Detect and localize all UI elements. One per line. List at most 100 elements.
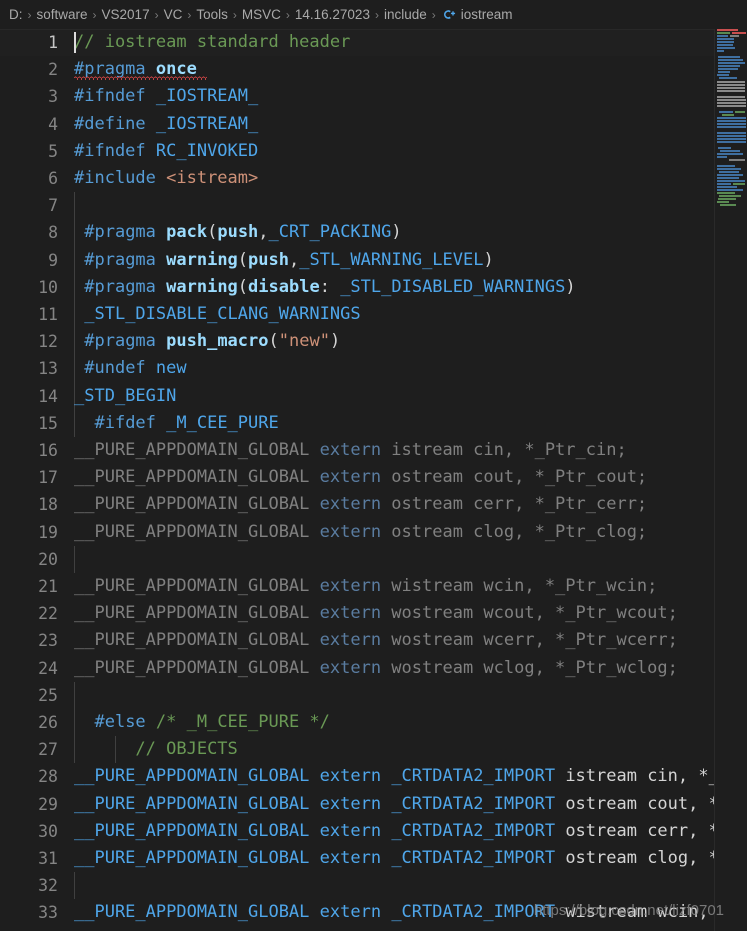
code-line[interactable]: 30 __PURE_APPDOMAIN_GLOBAL extern _CRTDAT… [0,818,714,845]
line-number: 32 [38,876,58,896]
breadcrumb-item-vs2017[interactable]: VS2017 [102,7,150,22]
code-line[interactable]: 8 #pragma pack(push,_CRT_PACKING) [0,219,714,247]
code-line[interactable]: 29 __PURE_APPDOMAIN_GLOBAL extern _CRTDAT… [0,791,714,818]
line-number: 31 [38,849,58,868]
code-token: _CRTDATA2_IMPORT [391,848,556,868]
code-line-text: __PURE_APPDOMAIN_GLOBAL extern ostream c… [74,464,647,491]
code-line[interactable]: 21 __PURE_APPDOMAIN_GLOBAL extern wistrea… [0,573,714,600]
code-line-text: #pragma warning(disable: _STL_DISABLED_W… [74,274,576,301]
breadcrumb-separator-icon: › [285,7,290,22]
breadcrumb[interactable]: D: › software › VS2017 › VC › Tools › MSVC › 14.16.2… [0,0,747,29]
code-line[interactable]: 4 #define _IOSTREAM_ [0,111,714,138]
minimap-row [717,138,746,140]
breadcrumb-item-software[interactable]: software [37,7,88,22]
code-line[interactable]: 11 _STL_DISABLE_CLANG_WARNINGS [0,301,714,329]
code-line[interactable]: 23 __PURE_APPDOMAIN_GLOBAL extern wostrea… [0,627,714,654]
code-line[interactable]: 7 [0,192,714,220]
code-line[interactable]: 27 // OBJECTS [0,736,714,764]
indent-guide [74,681,75,709]
code-line[interactable]: 28 __PURE_APPDOMAIN_GLOBAL extern _CRTDAT… [0,763,714,790]
breadcrumb-item-file[interactable]: iostream [441,7,513,22]
code-line[interactable]: 34 __PURE_APPDOMAIN_GLOBAL extern _CRTDAT… [0,927,714,931]
minimap-row [718,65,740,67]
breadcrumb-item-14-16-27023[interactable]: 14.16.27023 [295,7,370,22]
breadcrumb-item-vc[interactable]: VC [164,7,183,22]
minimap-row [717,81,745,83]
line-number: 8 [48,223,58,243]
code-line[interactable]: 18 __PURE_APPDOMAIN_GLOBAL extern ostream… [0,491,714,518]
breadcrumb-item-d[interactable]: D: [9,7,23,22]
code-token: ostream cerr, *_Ptr_cerr; [565,820,714,841]
code-editor[interactable]: 1 // iostream standard header 2 #pragma onc… [0,29,747,931]
code-line[interactable]: 31 __PURE_APPDOMAIN_GLOBAL extern _CRTDAT… [0,845,714,872]
code-line[interactable]: 26 #else /* _M_CEE_PURE */ [0,709,714,737]
code-line[interactable]: 6 #include <istream> [0,165,714,192]
code-token: push_macro [166,331,269,352]
code-line[interactable]: 19 __PURE_APPDOMAIN_GLOBAL extern ostream… [0,519,714,546]
code-line-text: #pragma pack(push,_CRT_PACKING) [74,219,402,246]
code-line[interactable]: 9 #pragma warning(push,_STL_WARNING_LEVE… [0,246,714,274]
code-line[interactable]: 25 [0,681,714,709]
code-token: wostream wclog, *_Ptr_wclog; [381,657,678,678]
code-line[interactable]: 1 // iostream standard header [0,29,714,57]
code-line[interactable]: 5 #ifndef RC_INVOKED [0,138,714,165]
code-line[interactable]: 3 #ifndef _IOSTREAM_ [0,83,714,110]
code-token: // OBJECTS [135,739,238,760]
indent-guide [74,545,75,573]
code-token: // iostream standard header [74,32,351,52]
code-line[interactable]: 15 #ifdef _M_CEE_PURE [0,409,714,437]
code-token: _STL_DISABLED_WARNINGS [340,276,566,297]
code-line[interactable]: 32 [0,872,714,900]
line-number: 24 [38,658,58,678]
code-token: __PURE_APPDOMAIN_GLOBAL [74,440,320,460]
code-token: _CRT_PACKING [268,222,392,243]
breadcrumb-item-tools[interactable]: Tools [196,7,228,22]
code-token: extern [319,657,382,678]
code-line[interactable]: 22 __PURE_APPDOMAIN_GLOBAL extern wostrea… [0,600,714,627]
code-token: ) [565,276,576,297]
code-line[interactable]: 12 #pragma push_macro("new") [0,328,714,356]
minimap-row [719,111,733,113]
line-number: 19 [38,522,58,542]
code-line[interactable]: 13 #undef new [0,355,714,383]
code-token: _CRTDATA2_IMPORT [391,902,556,923]
code-token: : [319,276,341,297]
code-line[interactable]: 24 __PURE_APPDOMAIN_GLOBAL extern wostrea… [0,655,714,682]
minimap-row [717,90,745,92]
code-token: istream cin, *_Ptr_cin; [565,766,714,787]
code-line[interactable]: 10 #pragma warning(disable: _STL_DISABLE… [0,273,714,301]
line-number: 17 [38,468,58,488]
line-number: 28 [38,767,58,787]
code-token: extern [319,902,382,923]
code-line-text: __PURE_APPDOMAIN_GLOBAL extern ostream c… [74,519,647,546]
minimap-row [735,111,745,113]
minimap-row [717,201,729,203]
minimap[interactable] [714,29,747,931]
code-token: #undef [84,358,156,379]
error-squiggle [74,76,207,81]
minimap-row [717,168,741,170]
code-token: warning [166,249,238,270]
code-line[interactable]: 2 #pragma once [0,56,714,83]
line-number: 2 [48,60,58,80]
minimap-row [717,174,743,176]
code-lines-container[interactable]: 1 // iostream standard header 2 #pragma onc… [0,29,714,931]
code-token: #pragma [84,276,167,297]
code-token: /* _M_CEE_PURE */ [145,712,330,732]
code-line[interactable]: 14 _STD_BEGIN [0,382,714,410]
code-line-text: __PURE_APPDOMAIN_GLOBAL extern istream c… [74,437,627,464]
code-line[interactable]: 20 [0,545,714,573]
breadcrumb-item-msvc[interactable]: MSVC [242,7,281,22]
code-line[interactable]: 16 __PURE_APPDOMAIN_GLOBAL extern istream… [0,437,714,464]
code-token: extern [319,467,382,488]
vscode-window: D: › software › VS2017 › VC › Tools › MSVC › 14.16.2… [0,0,747,931]
code-token: ) [391,222,402,243]
code-line[interactable]: 33 __PURE_APPDOMAIN_GLOBAL extern _CRTDAT… [0,899,714,926]
code-line-text: __PURE_APPDOMAIN_GLOBAL extern _CRTDATA2… [74,791,714,818]
code-line-text: #ifdef _M_CEE_PURE [74,410,278,437]
code-line[interactable]: 17 __PURE_APPDOMAIN_GLOBAL extern ostream… [0,464,714,491]
line-number: 22 [38,604,58,624]
breadcrumb-item-include[interactable]: include [384,7,427,22]
